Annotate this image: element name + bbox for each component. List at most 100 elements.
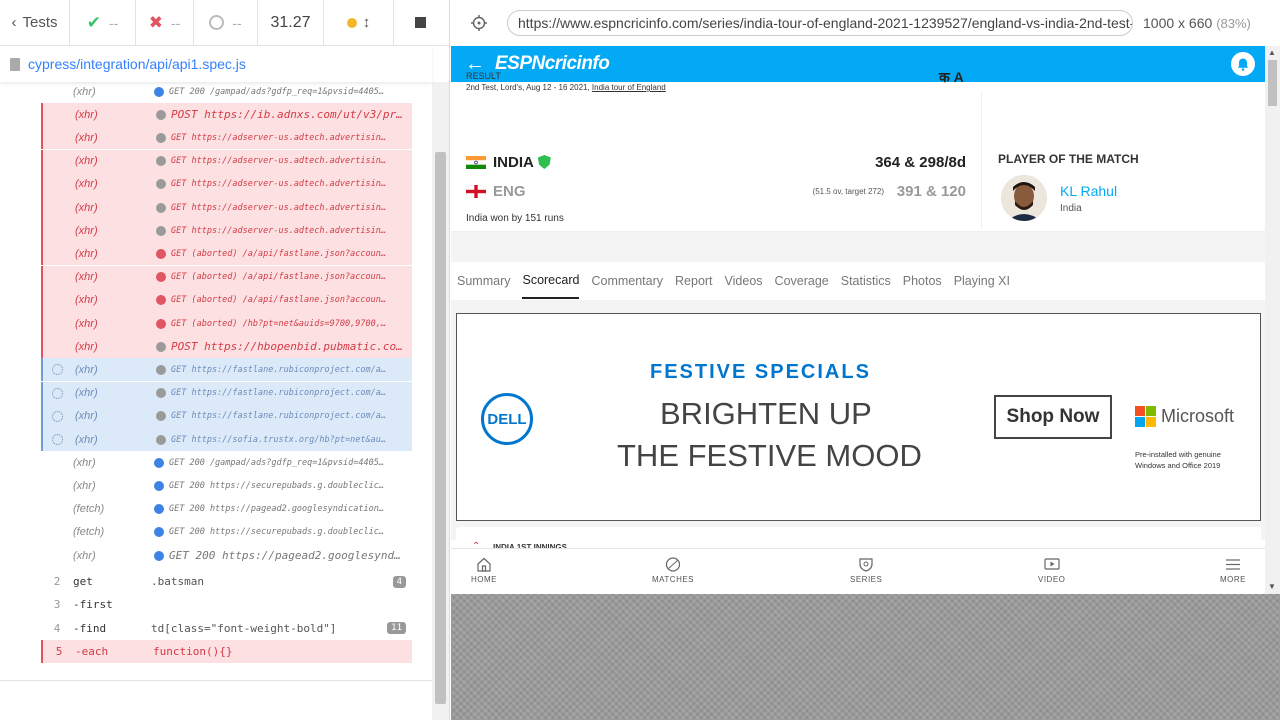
command-step-row[interactable]: 4 -find td[class="font-weight-bold"] 11 (41, 617, 412, 640)
zoom-level: (83%) (1216, 16, 1251, 31)
command-row[interactable]: (xhr) GET (aborted) /a/api/fastlane.json?… (41, 265, 412, 289)
nav-video[interactable]: VIDEO (1038, 557, 1065, 584)
espncricinfo-logo[interactable]: ESPNcricinfo (495, 53, 610, 75)
series-link[interactable]: India tour of England (592, 83, 666, 92)
winner-shield-icon (537, 155, 551, 169)
file-icon (10, 57, 20, 71)
check-icon: ✔ (86, 12, 101, 32)
command-row[interactable]: (xhr) GET https://fastlane.rubiconproject… (41, 381, 412, 405)
step-number: 3 (53, 598, 61, 612)
command-type: (xhr) (75, 201, 98, 214)
ad-headline-1: BRIGHTEN UP (660, 396, 872, 431)
command-type: (xhr) (75, 317, 98, 330)
command-step-row[interactable]: 3 -first (41, 593, 412, 616)
nav-home[interactable]: HOME (471, 557, 497, 584)
command-row[interactable]: (xhr) POST https://ib.adnxs.com/ut/v3/pr… (41, 103, 412, 127)
cricket-ball-icon (665, 557, 681, 572)
status-dot-icon (156, 156, 166, 167)
command-type: (xhr) (75, 247, 98, 260)
command-row[interactable]: (xhr) GET https://fastlane.rubiconproject… (41, 358, 412, 382)
dell-logo: DELL (481, 393, 533, 445)
running-indicator[interactable]: ↕ (324, 0, 394, 45)
shop-now-button[interactable]: Shop Now (994, 395, 1112, 439)
tab-playing-xi[interactable]: Playing XI (954, 264, 1010, 298)
spinner-icon (52, 410, 63, 422)
command-message: GET https://adserver-us.adtech.advertisi… (171, 202, 386, 213)
command-message: GET (aborted) /a/api/fastlane.json?accou… (171, 248, 386, 259)
spec-bar: cypress/integration/api/api1.spec.js (0, 46, 432, 82)
player-of-match-title: PLAYER OF THE MATCH (998, 152, 1139, 166)
command-row[interactable]: (xhr) GET 200 https://securepubads.g.doub… (41, 474, 412, 497)
command-row[interactable]: (xhr) POST https://hbopenbid.pubmatic.co… (41, 335, 412, 359)
status-dot-icon (154, 527, 164, 538)
nav-matches[interactable]: MATCHES (652, 557, 694, 584)
notifications-button[interactable] (1231, 52, 1255, 76)
microsoft-logo: Microsoft (1135, 406, 1234, 427)
command-message: GET 200 https://securepubads.g.doublecli… (169, 480, 384, 491)
command-row[interactable]: (xhr) GET 200 /gampad/ads?gdfp_req=1&pvsi… (41, 82, 412, 103)
nav-series[interactable]: SERIES (850, 557, 882, 584)
selector-playground-button[interactable] (451, 15, 507, 31)
command-row[interactable]: (xhr) GET (aborted) /a/api/fastlane.json?… (41, 242, 412, 266)
stop-button[interactable] (394, 0, 446, 45)
command-row[interactable]: (xhr) GET https://adserver-us.adtech.adve… (41, 219, 412, 243)
step-number: 2 (53, 575, 61, 589)
tests-button[interactable]: ‹ Tests (0, 0, 70, 45)
command-row[interactable]: (xhr) GET 200 /gampad/ads?gdfp_req=1&pvsi… (41, 451, 412, 474)
spec-path-link[interactable]: cypress/integration/api/api1.spec.js (28, 56, 246, 72)
scrollbar-thumb[interactable] (1268, 60, 1277, 106)
command-row[interactable]: (fetch) GET 200 https://pagead2.googlesyn… (41, 498, 412, 521)
tab-commentary[interactable]: Commentary (591, 264, 663, 298)
command-row[interactable]: (fetch) GET 200 https://securepubads.g.do… (41, 521, 412, 544)
tab-videos[interactable]: Videos (725, 264, 763, 298)
tab-summary[interactable]: Summary (457, 264, 510, 298)
tab-report[interactable]: Report (675, 264, 713, 298)
step-argument: function(){} (153, 644, 233, 658)
scrollbar-thumb[interactable] (435, 152, 446, 704)
status-dot-icon (156, 179, 166, 190)
reporter-scrollbar[interactable] (432, 82, 449, 720)
tab-scorecard[interactable]: Scorecard (522, 263, 580, 299)
viewport-info: 1000 x 660 (83%) (1133, 15, 1251, 31)
tab-photos[interactable]: Photos (903, 264, 942, 298)
scroll-down-icon[interactable]: ▼ (1268, 582, 1276, 591)
divider (0, 680, 432, 681)
nav-more[interactable]: MORE (1220, 557, 1246, 584)
command-type: (xhr) (73, 456, 96, 469)
scroll-up-icon[interactable]: ▲ (1268, 48, 1276, 57)
command-row[interactable]: (xhr) GET https://sofia.trustx.org/hb?pt=… (41, 428, 412, 451)
command-row[interactable]: (xhr) GET (aborted) /hb?pt=net&auids=9700… (41, 312, 412, 335)
tab-statistics[interactable]: Statistics (841, 264, 891, 298)
url-display[interactable]: https://www.espncricinfo.com/series/indi… (507, 10, 1133, 36)
command-row[interactable]: (xhr) GET https://adserver-us.adtech.adve… (41, 196, 412, 219)
command-step-row[interactable]: 2 get .batsman 4 (41, 570, 412, 593)
status-dot-icon (156, 341, 166, 352)
step-command: get (73, 575, 93, 589)
player-avatar[interactable] (1001, 175, 1047, 221)
command-row[interactable]: (xhr) GET (aborted) /a/api/fastlane.json?… (41, 288, 412, 312)
passed-count: ✔ -- (70, 0, 136, 45)
command-row[interactable]: (xhr) GET https://adserver-us.adtech.adve… (41, 126, 412, 150)
command-row[interactable]: (xhr) GET https://fastlane.rubiconproject… (41, 404, 412, 428)
command-row[interactable]: (xhr) GET https://adserver-us.adtech.adve… (41, 149, 412, 173)
command-message: GET (aborted) /hb?pt=net&auids=9700,9700… (171, 318, 386, 329)
status-dot-icon (156, 411, 166, 422)
dell-advertisement[interactable]: DELL FESTIVE SPECIALS BRIGHTEN UP THE FE… (456, 313, 1261, 521)
trophy-shield-icon (859, 558, 873, 572)
status-dot-icon (154, 86, 164, 97)
language-toggle-icon[interactable]: क A (939, 68, 964, 87)
step-number: 5 (55, 644, 63, 658)
command-step-row[interactable]: 5 -each function(){} (41, 639, 412, 663)
section-spacer (451, 232, 1265, 262)
command-type: (xhr) (73, 85, 96, 98)
command-message: GET (aborted) /a/api/fastlane.json?accou… (171, 272, 386, 283)
tab-coverage[interactable]: Coverage (775, 264, 829, 298)
player-name-link[interactable]: KL Rahul (1060, 183, 1117, 199)
spinner-icon (52, 387, 63, 399)
page-scrollbar[interactable]: ▲ ▼ (1265, 46, 1280, 594)
command-row[interactable]: (xhr) GET 200 https://pagead2.googlesynd… (41, 544, 412, 567)
match-info: 2nd Test, Lord's, Aug 12 - 16 2021, Indi… (466, 83, 666, 92)
command-message: GET 200 /gampad/ads?gdfp_req=1&pvsid=440… (169, 86, 384, 97)
app-under-test-frame: ← ESPNcricinfo RESULT 2nd Test, Lord's, … (451, 46, 1280, 594)
command-row[interactable]: (xhr) GET https://adserver-us.adtech.adve… (41, 172, 412, 196)
